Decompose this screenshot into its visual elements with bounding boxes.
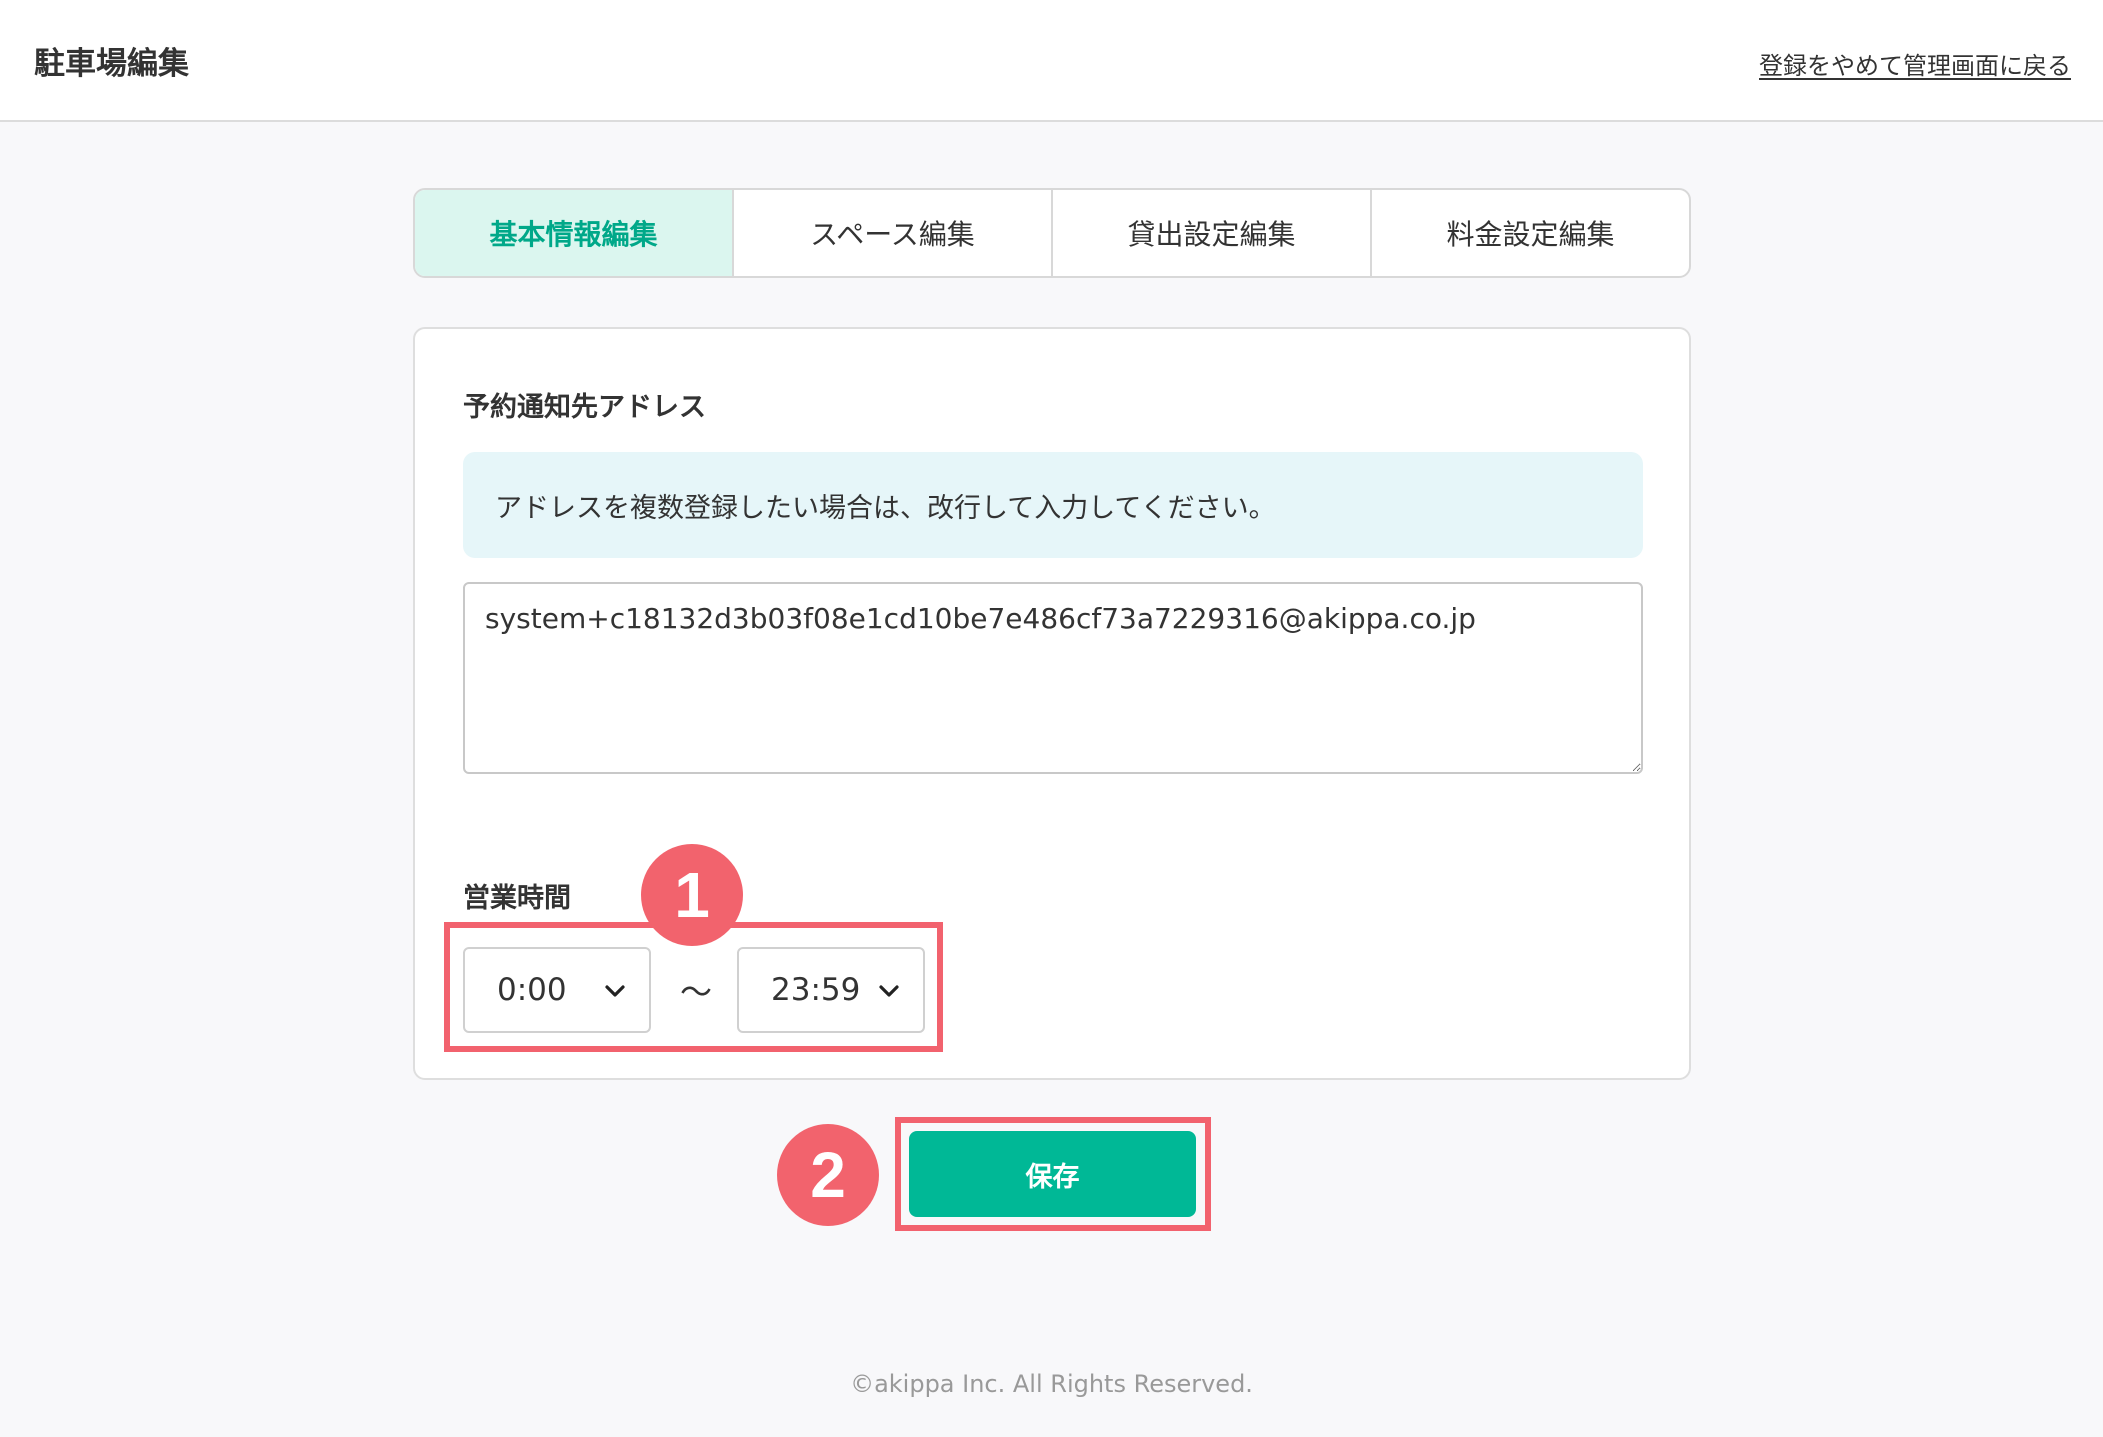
- start-time-select[interactable]: 0:00: [463, 947, 651, 1033]
- step-1-badge: 1: [641, 844, 743, 946]
- footer-copyright: ©akippa Inc. All Rights Reserved.: [850, 1370, 1253, 1398]
- tab-rental-settings[interactable]: 貸出設定編集: [1053, 190, 1372, 276]
- save-button[interactable]: 保存: [909, 1131, 1196, 1217]
- step-2-badge: 2: [777, 1124, 879, 1226]
- chevron-down-icon: [879, 985, 899, 997]
- form-card: 予約通知先アドレス アドレスを複数登録したい場合は、改行して入力してください。 …: [413, 327, 1691, 1080]
- notification-address-input[interactable]: [463, 582, 1643, 774]
- address-info-text: アドレスを複数登録したい場合は、改行して入力してください。: [495, 492, 1276, 524]
- back-to-admin-link[interactable]: 登録をやめて管理画面に戻る: [1759, 46, 2071, 81]
- end-time-value: 23:59: [771, 972, 861, 1008]
- end-time-select[interactable]: 23:59: [737, 947, 925, 1033]
- tab-fee-settings[interactable]: 料金設定編集: [1372, 190, 1689, 276]
- address-info-box: アドレスを複数登録したい場合は、改行して入力してください。: [463, 452, 1643, 558]
- business-hours-label: 営業時間: [463, 883, 571, 914]
- time-range-separator: 〜: [680, 973, 713, 1011]
- tab-basic-info[interactable]: 基本情報編集: [415, 190, 734, 276]
- edit-tabs: 基本情報編集 スペース編集 貸出設定編集 料金設定編集: [413, 188, 1691, 278]
- notification-address-label: 予約通知先アドレス: [463, 392, 706, 423]
- chevron-down-icon: [605, 985, 625, 997]
- page-title: 駐車場編集: [34, 46, 189, 82]
- tab-space[interactable]: スペース編集: [734, 190, 1053, 276]
- start-time-value: 0:00: [497, 972, 567, 1008]
- page-header: 駐車場編集 登録をやめて管理画面に戻る: [0, 0, 2103, 122]
